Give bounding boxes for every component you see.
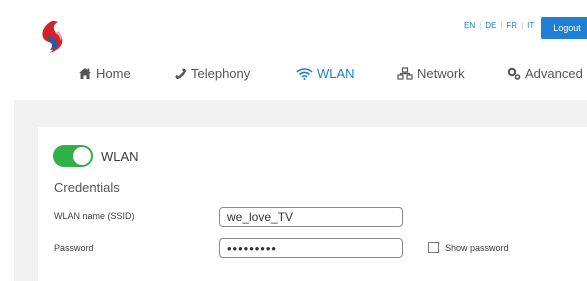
lang-it-link[interactable]: IT xyxy=(523,21,538,30)
credentials-heading: Credentials xyxy=(54,180,120,195)
nav-item-wlan[interactable]: WLAN xyxy=(296,66,355,81)
nav-item-advanced[interactable]: Advanced xyxy=(507,66,583,81)
ssid-label: WLAN name (SSID) xyxy=(54,211,135,221)
toggle-knob xyxy=(73,147,91,165)
lang-fr-link[interactable]: FR xyxy=(502,21,521,30)
show-password-checkbox[interactable] xyxy=(428,242,439,253)
lang-de-link[interactable]: DE xyxy=(481,21,500,30)
wlan-toggle[interactable] xyxy=(53,145,93,167)
nav-item-label: Advanced xyxy=(525,66,583,81)
home-icon xyxy=(79,68,91,79)
nav-item-label: Telephony xyxy=(191,66,251,81)
ssid-value: we_love_TV xyxy=(227,210,294,224)
nav-item-label: Network xyxy=(417,66,465,81)
brand-logo xyxy=(42,21,63,53)
nav-item-telephony[interactable]: Telephony xyxy=(174,66,250,81)
password-input[interactable]: ••••••••• xyxy=(219,238,403,258)
password-label: Password xyxy=(54,243,94,253)
nav-item-label: Home xyxy=(96,66,131,81)
nav-item-home[interactable]: Home xyxy=(78,66,131,81)
header: EN | DE | FR | IT Logout Home Telephony xyxy=(14,0,587,100)
advanced-settings-icon xyxy=(507,67,521,80)
active-tab-indicator xyxy=(315,86,331,94)
ssid-input[interactable]: we_love_TV xyxy=(219,207,403,227)
wlan-toggle-label: WLAN xyxy=(101,149,139,164)
language-switcher: EN | DE | FR | IT xyxy=(460,21,538,30)
nav-item-label: WLAN xyxy=(317,66,355,81)
password-value: ••••••••• xyxy=(227,240,277,256)
logout-button[interactable]: Logout xyxy=(541,17,587,39)
main-nav: Home Telephony WLAN Network Advanced xyxy=(14,58,587,94)
phone-icon xyxy=(175,68,187,80)
nav-item-network[interactable]: Network xyxy=(397,66,465,81)
lang-en-link[interactable]: EN xyxy=(460,21,479,30)
network-icon xyxy=(397,67,413,80)
show-password-label[interactable]: Show password xyxy=(445,243,509,253)
wifi-icon xyxy=(296,67,313,80)
